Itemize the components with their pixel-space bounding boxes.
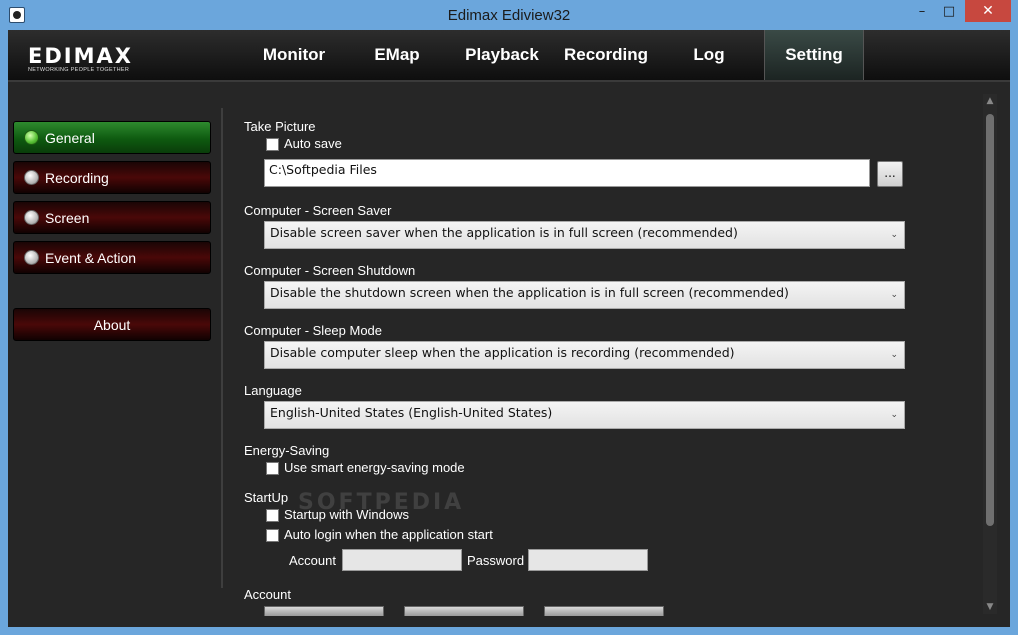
top-nav-bar: EDIMAX NETWORKING PEOPLE TOGETHER Monito… <box>8 30 1010 82</box>
language-select[interactable]: English-United States (English-United St… <box>264 401 905 429</box>
language-heading: Language <box>244 383 302 398</box>
minimize-button[interactable]: – <box>909 0 935 22</box>
sidebar-item-event-action[interactable]: Event & Action <box>13 241 211 274</box>
arrow-up-icon[interactable]: ▲ <box>983 94 997 108</box>
auto-login-checkbox[interactable] <box>266 529 279 542</box>
startup-heading: StartUp <box>244 490 289 505</box>
general-settings-panel: Take Picture Auto save C:\Softpedia File… <box>244 90 984 627</box>
energy-saving-checkbox[interactable] <box>266 462 279 475</box>
tab-log[interactable]: Log <box>668 30 750 80</box>
watermark: SOFTPEDIA <box>298 490 465 515</box>
sidebar-item-general[interactable]: General <box>13 121 211 154</box>
screen-saver-select[interactable]: Disable screen saver when the applicatio… <box>264 221 905 249</box>
screen-saver-value: Disable screen saver when the applicatio… <box>270 225 738 240</box>
sidebar-item-label: Recording <box>45 169 109 186</box>
sidebar-item-label: Event & Action <box>45 249 137 266</box>
auto-login-label: Auto login when the application start <box>284 527 493 542</box>
chevron-down-icon: ⌄ <box>890 230 898 240</box>
account-heading: Account <box>244 587 291 602</box>
radio-icon <box>24 170 39 185</box>
picture-path-input[interactable]: C:\Softpedia Files <box>264 159 870 187</box>
chevron-down-icon: ⌄ <box>890 410 898 420</box>
scrollbar-thumb[interactable] <box>986 114 994 526</box>
sidebar-item-label: Screen <box>45 209 90 226</box>
screen-shutdown-select[interactable]: Disable the shutdown screen when the app… <box>264 281 905 309</box>
account-button[interactable] <box>404 606 524 616</box>
arrow-down-icon[interactable]: ▼ <box>983 600 997 614</box>
account-button[interactable] <box>264 606 384 616</box>
sleep-mode-value: Disable computer sleep when the applicat… <box>270 345 735 360</box>
auto-save-label: Auto save <box>284 136 342 151</box>
energy-saving-heading: Energy-Saving <box>244 443 330 458</box>
tab-emap[interactable]: EMap <box>354 30 440 80</box>
sidebar-item-label: General <box>45 129 95 146</box>
chevron-down-icon: ⌄ <box>890 290 898 300</box>
sleep-mode-heading: Computer - Sleep Mode <box>244 323 383 338</box>
take-picture-heading: Take Picture <box>244 119 316 134</box>
radio-icon <box>24 210 39 225</box>
sidebar-item-about[interactable]: About <box>13 308 211 341</box>
logo-wordmark: EDIMAX <box>28 44 133 68</box>
radio-icon <box>24 250 39 265</box>
window-title: Edimax Ediview32 <box>447 7 571 24</box>
tab-monitor[interactable]: Monitor <box>238 30 350 80</box>
vertical-scrollbar[interactable]: ▲ ▼ <box>983 94 997 614</box>
logo-tagline: NETWORKING PEOPLE TOGETHER <box>28 67 130 73</box>
radio-selected-icon <box>24 130 39 145</box>
password-input[interactable] <box>528 549 648 571</box>
browse-button[interactable]: ... <box>877 161 903 187</box>
app-client: EDIMAX NETWORKING PEOPLE TOGETHER Monito… <box>8 30 1010 627</box>
startup-windows-checkbox[interactable] <box>266 509 279 522</box>
auto-save-checkbox[interactable] <box>266 138 279 151</box>
sidebar-item-label: About <box>93 316 131 333</box>
tab-playback[interactable]: Playback <box>454 30 550 80</box>
screen-saver-heading: Computer - Screen Saver <box>244 203 392 218</box>
chevron-down-icon: ⌄ <box>890 350 898 360</box>
account-label: Account <box>289 553 336 568</box>
close-button[interactable]: ✕ <box>965 0 1011 22</box>
screen-shutdown-heading: Computer - Screen Shutdown <box>244 263 416 278</box>
maximize-button[interactable]: □ <box>936 0 962 22</box>
account-button[interactable] <box>544 606 664 616</box>
energy-saving-label: Use smart energy-saving mode <box>284 460 465 475</box>
language-value: English-United States (English-United St… <box>270 405 553 420</box>
tab-recording[interactable]: Recording <box>556 30 656 80</box>
sidebar-divider <box>221 108 223 588</box>
password-label: Password <box>467 553 525 568</box>
sidebar-item-screen[interactable]: Screen <box>13 201 211 234</box>
screen-shutdown-value: Disable the shutdown screen when the app… <box>270 285 789 300</box>
edimax-logo: EDIMAX NETWORKING PEOPLE TOGETHER <box>28 44 144 74</box>
account-input[interactable] <box>342 549 462 571</box>
app-window: Edimax Ediview32 – □ ✕ EDIMAX NETWORKING… <box>0 0 1018 635</box>
tab-setting[interactable]: Setting <box>764 30 864 80</box>
sleep-mode-select[interactable]: Disable computer sleep when the applicat… <box>264 341 905 369</box>
sidebar-item-recording[interactable]: Recording <box>13 161 211 194</box>
title-bar[interactable]: Edimax Ediview32 – □ ✕ <box>0 0 1018 30</box>
